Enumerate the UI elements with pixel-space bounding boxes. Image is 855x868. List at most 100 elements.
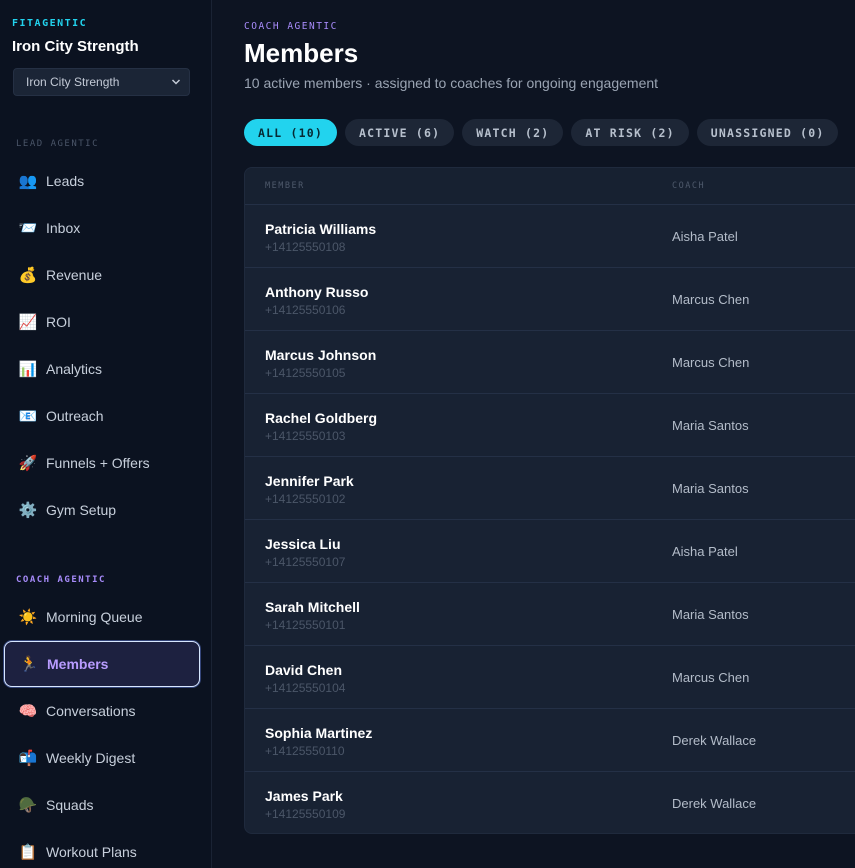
filter-chip-at-risk[interactable]: AT RISK (2) (571, 119, 689, 146)
sidebar-item-leads[interactable]: 👥 Leads (4, 158, 200, 204)
member-phone: +14125550106 (265, 303, 346, 317)
member-coach: Aisha Patel (672, 229, 738, 244)
table-row[interactable]: Sarah Mitchell +14125550101 Maria Santos (245, 583, 855, 646)
table-row[interactable]: Sophia Martinez +14125550110 Derek Wallace (245, 709, 855, 772)
member-phone: +14125550104 (265, 681, 346, 695)
member-coach: Marcus Chen (672, 670, 750, 685)
member-phone: +14125550108 (265, 240, 346, 254)
member-name: Sarah Mitchell (265, 599, 360, 615)
member-phone: +14125550109 (265, 807, 346, 821)
sidebar-item-workout-plans[interactable]: 📋 Workout Plans (4, 829, 200, 868)
table-row[interactable]: Jennifer Park +14125550102 Maria Santos (245, 457, 855, 520)
sidebar-item-label: Morning Queue (46, 609, 143, 625)
sidebar-item-squads[interactable]: 🪖 Squads (4, 782, 200, 828)
sidebar-item-weekly-digest[interactable]: 📬 Weekly Digest (4, 735, 200, 781)
page-subtitle: 10 active members · assigned to coaches … (244, 75, 659, 91)
sidebar-item-label: Inbox (46, 220, 81, 236)
filter-chip-active[interactable]: ACTIVE (6) (345, 119, 455, 146)
member-coach: Maria Santos (672, 481, 749, 496)
filter-chip-unassigned[interactable]: UNASSIGNED (0) (696, 119, 839, 146)
member-name: Rachel Goldberg (265, 410, 378, 426)
chevron-down-icon (171, 79, 181, 85)
sidebar-item-label: Workout Plans (46, 844, 137, 860)
filter-chip-watch[interactable]: WATCH (2) (462, 119, 564, 146)
brand-tag: FITAGENTIC (12, 18, 88, 29)
column-header-coach: COACH (672, 181, 706, 191)
table-header: MEMBER COACH (245, 168, 855, 205)
table-row[interactable]: Jessica Liu +14125550107 Aisha Patel (245, 520, 855, 583)
member-name: Jessica Liu (265, 536, 341, 552)
sidebar-item-morning-queue[interactable]: ☀️ Morning Queue (4, 594, 200, 640)
member-phone: +14125550101 (265, 618, 346, 632)
sun-icon: ☀️ (18, 608, 38, 626)
sidebar: FITAGENTIC Iron City Strength Iron City … (0, 0, 212, 868)
member-coach: Aisha Patel (672, 544, 738, 559)
sidebar-item-roi[interactable]: 📈 ROI (4, 299, 200, 345)
money-bag-icon: 💰 (18, 266, 38, 284)
clipboard-icon: 📋 (18, 843, 38, 861)
member-name: Sophia Martinez (265, 725, 373, 741)
page-eyebrow: COACH AGENTIC (244, 21, 338, 32)
gym-name: Iron City Strength (12, 38, 139, 55)
runner-icon: 🏃 (19, 655, 39, 673)
helmet-icon: 🪖 (18, 796, 38, 814)
sidebar-item-label: Members (47, 656, 109, 672)
sidebar-item-label: Squads (46, 797, 94, 813)
table-row[interactable]: Marcus Johnson +14125550105 Marcus Chen (245, 331, 855, 394)
sidebar-item-inbox[interactable]: 📨 Inbox (4, 205, 200, 251)
gym-select[interactable]: Iron City Strength (13, 68, 190, 96)
member-name: David Chen (265, 662, 343, 678)
sidebar-item-label: Analytics (46, 361, 103, 377)
member-coach: Maria Santos (672, 607, 749, 622)
email-icon: 📧 (18, 407, 38, 425)
people-icon: 👥 (18, 172, 38, 190)
sidebar-item-label: Weekly Digest (46, 750, 136, 766)
member-name: Anthony Russo (265, 284, 369, 300)
table-row[interactable]: Patricia Williams +14125550108 Aisha Patel (245, 205, 855, 268)
member-coach: Derek Wallace (672, 733, 757, 748)
sidebar-item-funnels-offers[interactable]: 🚀 Funnels + Offers (4, 440, 200, 486)
main-content: COACH AGENTIC Members 10 active members … (212, 0, 855, 868)
sidebar-item-label: Outreach (46, 408, 104, 424)
sidebar-item-label: Funnels + Offers (46, 455, 150, 471)
table-row[interactable]: Rachel Goldberg +14125550103 Maria Santos (245, 394, 855, 457)
member-coach: Maria Santos (672, 418, 749, 433)
member-phone: +14125550110 (265, 744, 345, 758)
bar-chart-icon: 📊 (18, 360, 38, 378)
member-name: Marcus Johnson (265, 347, 377, 363)
sidebar-item-revenue[interactable]: 💰 Revenue (4, 252, 200, 298)
member-name: James Park (265, 788, 343, 804)
sidebar-item-label: Revenue (46, 267, 103, 283)
member-phone: +14125550103 (265, 429, 346, 443)
inbox-icon: 📨 (18, 219, 38, 237)
sidebar-item-label: Leads (46, 173, 85, 189)
trend-up-icon: 📈 (18, 313, 38, 331)
member-coach: Marcus Chen (672, 355, 750, 370)
member-name: Jennifer Park (265, 473, 354, 489)
filter-chip-all[interactable]: ALL (10) (244, 119, 337, 146)
page-title: Members (244, 38, 359, 68)
members-table: MEMBER COACH Patricia Williams +141255501… (244, 167, 855, 834)
brain-icon: 🧠 (18, 702, 38, 720)
sidebar-item-conversations[interactable]: 🧠 Conversations (4, 688, 200, 734)
table-row[interactable]: David Chen +14125550104 Marcus Chen (245, 646, 855, 709)
column-header-member: MEMBER (265, 181, 305, 191)
sidebar-item-members[interactable]: 🏃 Members (4, 641, 200, 687)
sidebar-item-outreach[interactable]: 📧 Outreach (4, 393, 200, 439)
sidebar-item-analytics[interactable]: 📊 Analytics (4, 346, 200, 392)
gym-select-value: Iron City Strength (26, 75, 120, 89)
member-name: Patricia Williams (265, 221, 377, 237)
sidebar-item-label: Conversations (46, 703, 136, 719)
gear-icon: ⚙️ (18, 501, 38, 519)
table-row[interactable]: James Park +14125550109 Derek Wallace (245, 772, 855, 833)
member-phone: +14125550107 (265, 555, 346, 569)
member-coach: Marcus Chen (672, 292, 750, 307)
rocket-icon: 🚀 (18, 454, 38, 472)
sidebar-item-label: ROI (46, 314, 71, 330)
sidebar-item-label: Gym Setup (46, 502, 117, 518)
member-coach: Derek Wallace (672, 796, 757, 811)
sidebar-item-gym-setup[interactable]: ⚙️ Gym Setup (4, 487, 200, 533)
filter-chips: ALL (10) ACTIVE (6) WATCH (2) AT RISK (2) UN… (244, 119, 839, 146)
section-label-coach: COACH AGENTIC (16, 575, 106, 585)
table-row[interactable]: Anthony Russo +14125550106 Marcus Chen (245, 268, 855, 331)
